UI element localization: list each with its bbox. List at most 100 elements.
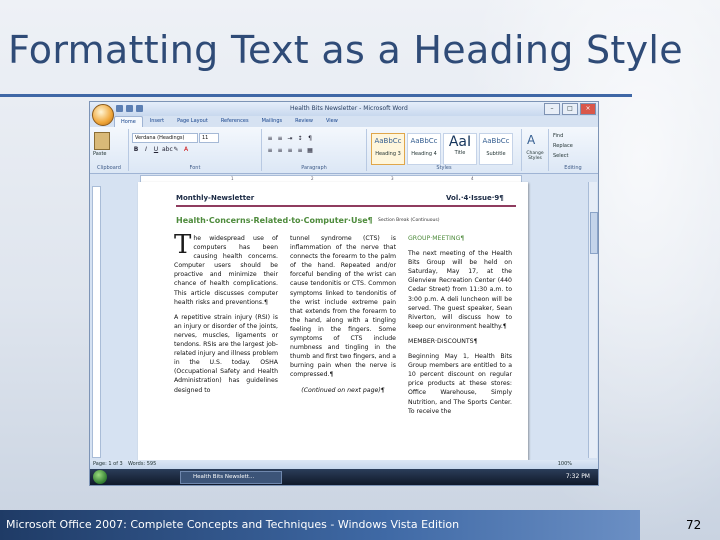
paste-icon[interactable] <box>94 132 110 150</box>
numbering-icon[interactable]: ≡ <box>276 135 284 143</box>
editing-group: Find Replace Select Editing <box>549 129 597 171</box>
tab-page-layout[interactable]: Page Layout <box>171 116 214 127</box>
style-title[interactable]: AaI Title <box>443 133 477 165</box>
style-sample: AaI <box>448 134 472 150</box>
style-sample: AaBbCc <box>482 137 510 145</box>
page-number: 72 <box>686 518 702 532</box>
column-2[interactable]: tunnel syndrome (CTS) is inflammation of… <box>290 234 396 401</box>
save-icon[interactable] <box>116 105 123 112</box>
clipboard-group-label: Clipboard <box>97 165 121 171</box>
styles-group: AaBbCc Heading 3 AaBbCc Heading 4 AaI Ti… <box>367 129 522 171</box>
office-button-icon[interactable] <box>92 104 114 126</box>
select-button[interactable]: Select <box>553 153 568 159</box>
tab-mailings[interactable]: Mailings <box>256 116 289 127</box>
quick-access-toolbar <box>116 105 143 112</box>
bullets-icon[interactable]: ≡ <box>266 135 274 143</box>
shading-icon[interactable]: ▦ <box>306 147 314 155</box>
vertical-scrollbar[interactable] <box>588 182 598 458</box>
paragraph-group-label: Paragraph <box>301 165 327 171</box>
article-heading[interactable]: Health·Concerns·Related·to·Computer·Use¶ <box>176 216 373 225</box>
font-group-label: Font <box>189 165 201 171</box>
font-group: Verdana (Headings) 11 B I U abc ✎ A Font <box>129 129 262 171</box>
bold-button[interactable]: B <box>132 146 140 154</box>
clipboard-group: Paste Clipboard <box>90 129 129 171</box>
scroll-thumb[interactable] <box>590 212 598 254</box>
undo-icon[interactable] <box>126 105 133 112</box>
window-controls: – □ × <box>544 103 596 115</box>
tab-home[interactable]: Home <box>114 116 143 127</box>
continued-note: (Continued on next page)¶ <box>301 386 385 394</box>
title-bar: Health Bits Newsletter - Microsoft Word <box>90 102 598 116</box>
italic-button[interactable]: I <box>142 146 150 154</box>
font-name-box[interactable]: Verdana (Headings) <box>132 133 198 143</box>
taskbar-word-item[interactable]: Health Bits Newslett... <box>180 471 282 484</box>
word-count[interactable]: Words: 595 <box>128 461 156 467</box>
paragraph-buttons-top: ≡ ≡ ⇥ ↕ ¶ <box>266 135 314 143</box>
style-name: Title <box>454 150 466 156</box>
section-break: Section Break (Continuous) <box>378 218 440 223</box>
word-window-screenshot: Health Bits Newsletter - Microsoft Word … <box>89 101 599 486</box>
font-color-icon[interactable]: A <box>182 146 190 154</box>
style-name: Heading 3 <box>375 151 401 157</box>
style-name: Subtitle <box>486 151 506 157</box>
slide-title: Formatting Text as a Heading Style <box>8 28 683 72</box>
sort-icon[interactable]: ↕ <box>296 135 304 143</box>
taskbar: Health Bits Newslett... 7:32 PM <box>90 469 598 485</box>
section-heading: GROUP·MEETING¶ <box>408 235 465 242</box>
paragraph: Beginning May 1, Health Bits Group membe… <box>408 353 512 415</box>
close-button[interactable]: × <box>580 103 596 115</box>
align-left-icon[interactable]: ≡ <box>266 147 274 155</box>
paragraph: A repetitive strain injury (RSI) is an i… <box>174 313 278 394</box>
tab-insert[interactable]: Insert <box>144 116 170 127</box>
justify-icon[interactable]: ≡ <box>296 147 304 155</box>
window-title: Health Bits Newsletter - Microsoft Word <box>290 105 408 112</box>
style-sample: AaBbCc <box>374 137 402 145</box>
newsletter-header-right: Vol.·4·Issue·9¶ <box>446 194 504 202</box>
change-styles-group: A Change Styles <box>522 129 549 171</box>
paragraph-buttons-bottom: ≡ ≡ ≡ ≡ ▦ <box>266 147 314 155</box>
status-bar: Page: 1 of 3 Words: 595 100% <box>90 460 598 469</box>
redo-icon[interactable] <box>136 105 143 112</box>
align-center-icon[interactable]: ≡ <box>276 147 284 155</box>
highlight-icon[interactable]: ✎ <box>172 146 180 154</box>
zoom-level[interactable]: 100% <box>558 461 572 467</box>
vertical-ruler[interactable] <box>92 186 101 458</box>
document-page[interactable]: Monthly-Newsletter Vol.·4·Issue·9¶ Healt… <box>138 182 528 460</box>
page-count[interactable]: Page: 1 of 3 <box>93 461 123 467</box>
editing-group-label: Editing <box>564 165 582 171</box>
style-sample: AaBbCc <box>410 137 438 145</box>
column-3[interactable]: GROUP·MEETING¶ The next meeting of the H… <box>408 234 512 422</box>
tab-view[interactable]: View <box>320 116 344 127</box>
drop-cap: T <box>174 230 192 260</box>
start-button-icon[interactable] <box>93 470 107 484</box>
newsletter-header-left: Monthly-Newsletter <box>176 194 255 202</box>
paragraph: tunnel syndrome (CTS) is inflammation of… <box>290 235 396 379</box>
ribbon-tabs: Home Insert Page Layout References Maili… <box>114 116 344 127</box>
find-button[interactable]: Find <box>553 133 563 139</box>
underline-button[interactable]: U <box>152 146 160 154</box>
paste-label: Paste <box>93 151 107 157</box>
maximize-button[interactable]: □ <box>562 103 578 115</box>
replace-button[interactable]: Replace <box>553 143 573 149</box>
paragraph: The widespread use of computers has been… <box>174 230 278 307</box>
style-heading-3[interactable]: AaBbCc Heading 3 <box>371 133 405 165</box>
tab-references[interactable]: References <box>215 116 255 127</box>
font-size-box[interactable]: 11 <box>199 133 219 143</box>
indent-icon[interactable]: ⇥ <box>286 135 294 143</box>
section-heading: MEMBER·DISCOUNTS¶ <box>408 337 478 345</box>
column-1[interactable]: The widespread use of computers has been… <box>174 230 278 401</box>
style-subtitle[interactable]: AaBbCc Subtitle <box>479 133 513 165</box>
minimize-button[interactable]: – <box>544 103 560 115</box>
style-name: Heading 4 <box>411 151 437 157</box>
ribbon: Paste Clipboard Verdana (Headings) 11 B … <box>90 127 598 174</box>
title-divider <box>0 94 632 97</box>
strikethrough-icon[interactable]: abc <box>162 146 173 154</box>
pilcrow-icon[interactable]: ¶ <box>306 135 314 143</box>
align-right-icon[interactable]: ≡ <box>286 147 294 155</box>
change-styles-icon[interactable]: A <box>527 133 535 147</box>
style-heading-4[interactable]: AaBbCc Heading 4 <box>407 133 441 165</box>
paragraph-group: ≡ ≡ ⇥ ↕ ¶ ≡ ≡ ≡ ≡ ▦ Paragraph <box>262 129 367 171</box>
tab-review[interactable]: Review <box>289 116 319 127</box>
footer-text: Microsoft Office 2007: Complete Concepts… <box>6 518 460 531</box>
change-styles-label[interactable]: Change Styles <box>523 151 547 161</box>
